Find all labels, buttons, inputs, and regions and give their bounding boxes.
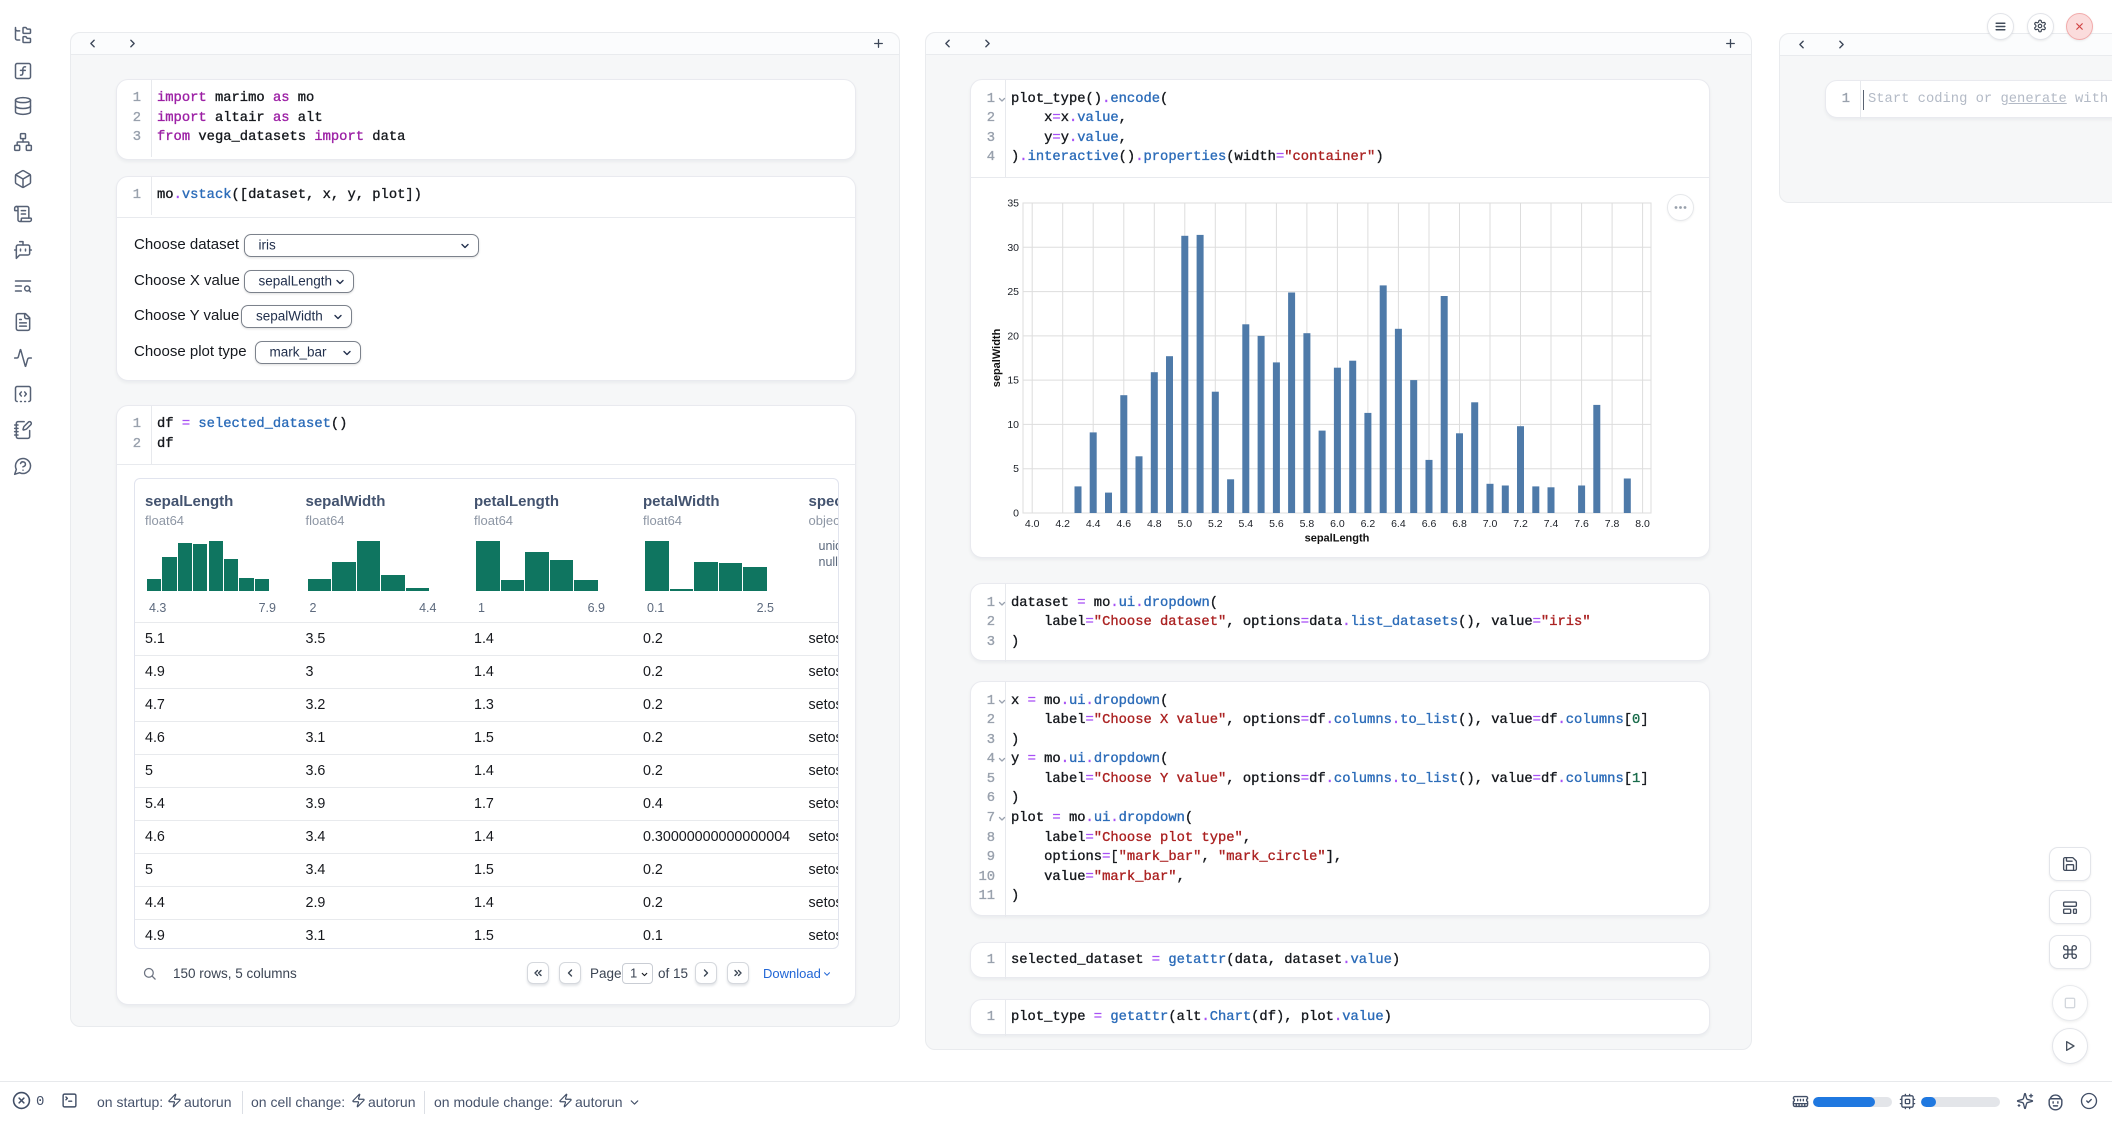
svg-text:4.4: 4.4: [1086, 518, 1101, 530]
svg-text:0: 0: [1013, 508, 1019, 520]
svg-text:6.6: 6.6: [1422, 518, 1437, 530]
svg-text:5.2: 5.2: [1208, 518, 1223, 530]
svg-text:7.4: 7.4: [1544, 518, 1559, 530]
svg-text:30: 30: [1007, 242, 1019, 254]
svg-text:4.6: 4.6: [1116, 518, 1131, 530]
svg-text:7.2: 7.2: [1513, 518, 1528, 530]
svg-text:15: 15: [1007, 375, 1019, 387]
svg-text:6.4: 6.4: [1391, 518, 1406, 530]
svg-text:sepalLength: sepalLength: [1305, 533, 1370, 545]
svg-text:4.2: 4.2: [1055, 518, 1070, 530]
svg-text:sepalWidth: sepalWidth: [991, 328, 1003, 387]
svg-text:8.0: 8.0: [1635, 518, 1650, 530]
svg-text:5.6: 5.6: [1269, 518, 1284, 530]
svg-text:5.4: 5.4: [1238, 518, 1253, 530]
svg-text:5.0: 5.0: [1177, 518, 1192, 530]
svg-text:4.0: 4.0: [1025, 518, 1040, 530]
svg-text:20: 20: [1007, 330, 1019, 342]
svg-text:10: 10: [1007, 419, 1019, 431]
svg-text:4.8: 4.8: [1147, 518, 1162, 530]
svg-text:6.0: 6.0: [1330, 518, 1345, 530]
svg-text:25: 25: [1007, 286, 1019, 298]
svg-text:5: 5: [1013, 463, 1019, 475]
svg-text:5.8: 5.8: [1300, 518, 1315, 530]
svg-text:6.8: 6.8: [1452, 518, 1467, 530]
svg-text:7.0: 7.0: [1483, 518, 1498, 530]
svg-text:7.8: 7.8: [1605, 518, 1620, 530]
svg-text:6.2: 6.2: [1361, 518, 1376, 530]
svg-text:35: 35: [1007, 198, 1019, 210]
svg-text:7.6: 7.6: [1574, 518, 1589, 530]
